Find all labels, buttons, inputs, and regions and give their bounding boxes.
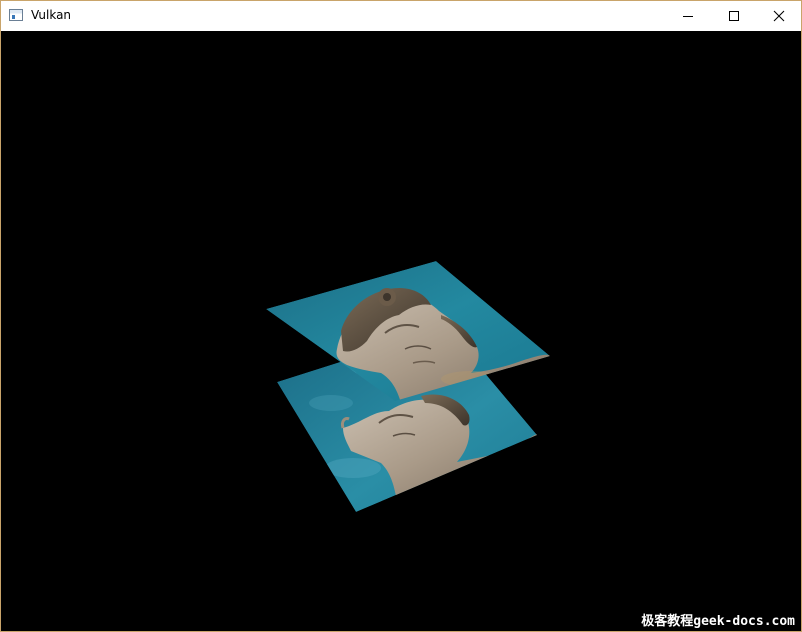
app-window-icon [9, 9, 23, 21]
rendered-scene [266, 261, 550, 512]
close-button[interactable] [756, 1, 802, 31]
render-viewport[interactable]: 极客教程geek-docs.com [1, 31, 801, 631]
window-title: Vulkan [31, 8, 72, 22]
close-icon [773, 10, 785, 22]
minimize-icon [683, 16, 693, 17]
vulkan-window: Vulkan 极客教程geek-docs.com [0, 0, 802, 632]
maximize-icon [729, 11, 739, 21]
maximize-button[interactable] [711, 1, 757, 31]
title-bar[interactable]: Vulkan [1, 1, 801, 31]
minimize-button[interactable] [665, 1, 711, 31]
watermark-text: 极客教程geek-docs.com [641, 614, 795, 629]
